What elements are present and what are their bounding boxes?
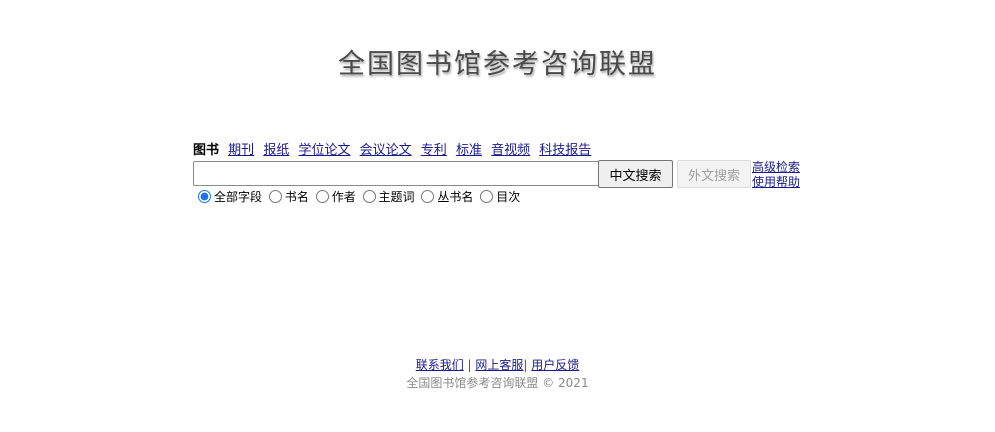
feedback-link[interactable]: 用户反馈 (531, 358, 579, 372)
tab-standards[interactable]: 标准 (456, 143, 482, 158)
field-option-label: 作者 (331, 190, 356, 204)
footer-separator: | (467, 358, 472, 372)
field-option-label: 丛书名 (437, 190, 474, 204)
footer-links: 联系我们 | 网上客服| 用户反馈 (0, 356, 995, 373)
field-radio-all[interactable] (198, 190, 211, 203)
field-option-author[interactable]: 作者 (314, 188, 356, 205)
tab-dissertations[interactable]: 学位论文 (298, 143, 350, 158)
chinese-search-button[interactable]: 中文搜索 (598, 160, 673, 188)
tab-books[interactable]: 图书 (193, 143, 219, 158)
tab-newspapers[interactable]: 报纸 (263, 143, 289, 158)
field-option-contents[interactable]: 目次 (478, 188, 520, 205)
footer-separator: | (523, 358, 528, 372)
field-option-subject[interactable]: 主题词 (361, 188, 415, 205)
search-type-tabs: 图书 期刊 报纸 学位论文 会议论文 专利 标准 音视频 科技报告 (193, 139, 596, 158)
foreign-search-button[interactable]: 外文搜索 (677, 160, 751, 188)
search-input[interactable] (193, 161, 600, 186)
field-option-label: 书名 (284, 190, 309, 204)
tab-journals[interactable]: 期刊 (228, 143, 254, 158)
online-service-link[interactable]: 网上客服 (475, 358, 523, 372)
field-radio-series[interactable] (421, 190, 435, 203)
field-radio-title[interactable] (268, 190, 282, 203)
field-radio-subject[interactable] (362, 190, 376, 203)
field-option-label: 目次 (496, 190, 521, 204)
field-radio-contents[interactable] (480, 190, 494, 203)
tab-audio-video[interactable]: 音视频 (491, 143, 530, 158)
search-field-options: 全部字段 书名 作者 主题词 丛书名 目次 (196, 188, 521, 206)
contact-link[interactable]: 联系我们 (416, 358, 464, 372)
tab-tech-reports[interactable]: 科技报告 (539, 143, 591, 158)
help-link[interactable]: 使用帮助 (752, 175, 800, 190)
field-option-series[interactable]: 丛书名 (419, 188, 473, 205)
field-option-title[interactable]: 书名 (267, 188, 309, 205)
tab-patents[interactable]: 专利 (421, 143, 447, 158)
search-side-links: 高级检索 使用帮助 (752, 160, 800, 190)
field-option-label: 主题词 (378, 190, 415, 204)
field-radio-author[interactable] (315, 190, 329, 203)
tab-conference-papers[interactable]: 会议论文 (360, 143, 412, 158)
site-logo-title: 全国图书馆参考咨询联盟 (338, 49, 657, 80)
advanced-search-link[interactable]: 高级检索 (752, 160, 800, 175)
field-option-all[interactable]: 全部字段 (196, 188, 262, 205)
copyright-text: 全国图书馆参考咨询联盟 © 2021 (406, 376, 589, 390)
field-option-label: 全部字段 (214, 190, 263, 204)
